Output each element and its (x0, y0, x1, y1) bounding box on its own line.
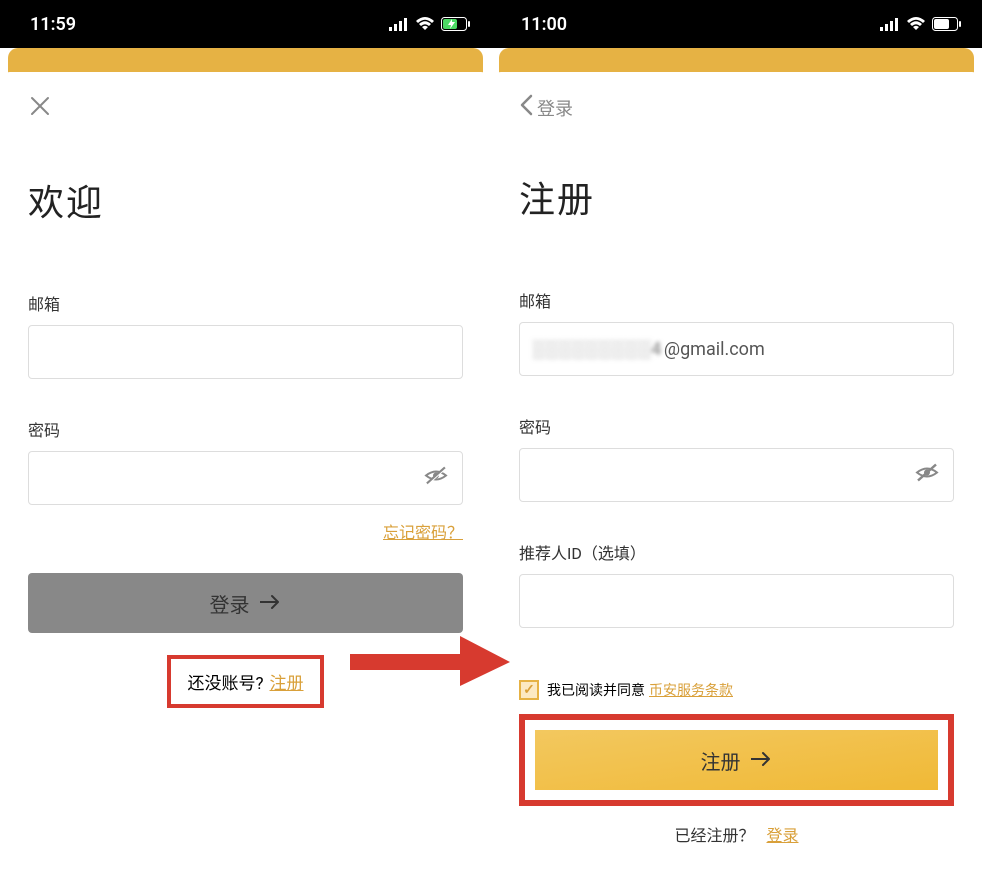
battery-charging-icon (441, 17, 471, 31)
arrow-right-icon (260, 591, 282, 615)
no-account-text: 还没账号? (187, 669, 263, 694)
page-title: 注册 (519, 171, 954, 223)
cellular-signal-icon (389, 17, 409, 31)
wifi-icon (906, 17, 926, 31)
login-link[interactable]: 登录 (766, 826, 798, 845)
login-sheet: 欢迎 邮箱 密码 忘记密码？ 登录 还没账号? 注册 (0, 72, 491, 872)
back-label: 登录 (537, 95, 573, 121)
arrow-right-icon (751, 748, 773, 772)
check-icon: ✓ (523, 682, 535, 698)
terms-row: ✓ 我已阅读并同意 币安服务条款 (519, 680, 954, 700)
terms-link[interactable]: 币安服务条款 (649, 680, 733, 700)
login-screen: 11:59 欢迎 邮箱 密码 忘记密码？ 登录 (0, 0, 491, 872)
status-bar: 11:00 (491, 0, 982, 48)
cellular-signal-icon (880, 17, 900, 31)
terms-text: 我已阅读并同意 (547, 680, 645, 700)
referral-label: 推荐人ID（选填） (519, 540, 954, 564)
login-prompt: 已经注册？ 登录 (519, 822, 954, 846)
terms-checkbox[interactable]: ✓ (519, 680, 539, 700)
password-field[interactable] (28, 451, 463, 505)
status-time: 11:59 (30, 14, 76, 35)
email-value-suffix: @gmail.com (664, 339, 765, 360)
password-label: 密码 (28, 417, 463, 441)
close-icon[interactable] (28, 94, 463, 124)
email-label: 邮箱 (519, 288, 954, 312)
highlight-box: 还没账号? 注册 (167, 655, 323, 708)
status-bar: 11:59 (0, 0, 491, 48)
chevron-left-icon (519, 94, 533, 121)
email-field[interactable] (28, 325, 463, 379)
highlight-box: 注册 (519, 714, 954, 806)
register-button-label: 注册 (701, 746, 741, 775)
email-label: 邮箱 (28, 291, 463, 315)
status-indicators (389, 17, 471, 31)
wifi-icon (415, 17, 435, 31)
register-sheet: 登录 注册 邮箱 ░░░░░░░░░4@gmail.com 密码 推荐人ID（选… (491, 72, 982, 872)
register-button[interactable]: 注册 (535, 730, 938, 790)
signup-prompt: 还没账号? 注册 (28, 655, 463, 708)
battery-icon (932, 17, 962, 31)
forgot-password-link[interactable]: 忘记密码？ (28, 519, 463, 543)
signup-link[interactable]: 注册 (270, 669, 304, 694)
already-registered-text: 已经注册？ (675, 826, 755, 845)
status-indicators (880, 17, 962, 31)
eye-off-icon[interactable] (424, 464, 448, 493)
password-field[interactable] (519, 448, 954, 502)
login-button-label: 登录 (210, 589, 250, 618)
eye-off-icon[interactable] (915, 461, 939, 490)
password-label: 密码 (519, 414, 954, 438)
email-value-redacted: ░░░░░░░░░4 (532, 339, 662, 360)
login-button[interactable]: 登录 (28, 573, 463, 633)
email-field[interactable]: ░░░░░░░░░4@gmail.com (519, 322, 954, 376)
status-time: 11:00 (521, 14, 567, 35)
referral-field[interactable] (519, 574, 954, 628)
page-title: 欢迎 (28, 174, 463, 226)
back-button[interactable]: 登录 (519, 94, 954, 121)
register-screen: 11:00 登录 注册 邮箱 ░░░░░░░░░4@gmail.com 密码 (491, 0, 982, 872)
